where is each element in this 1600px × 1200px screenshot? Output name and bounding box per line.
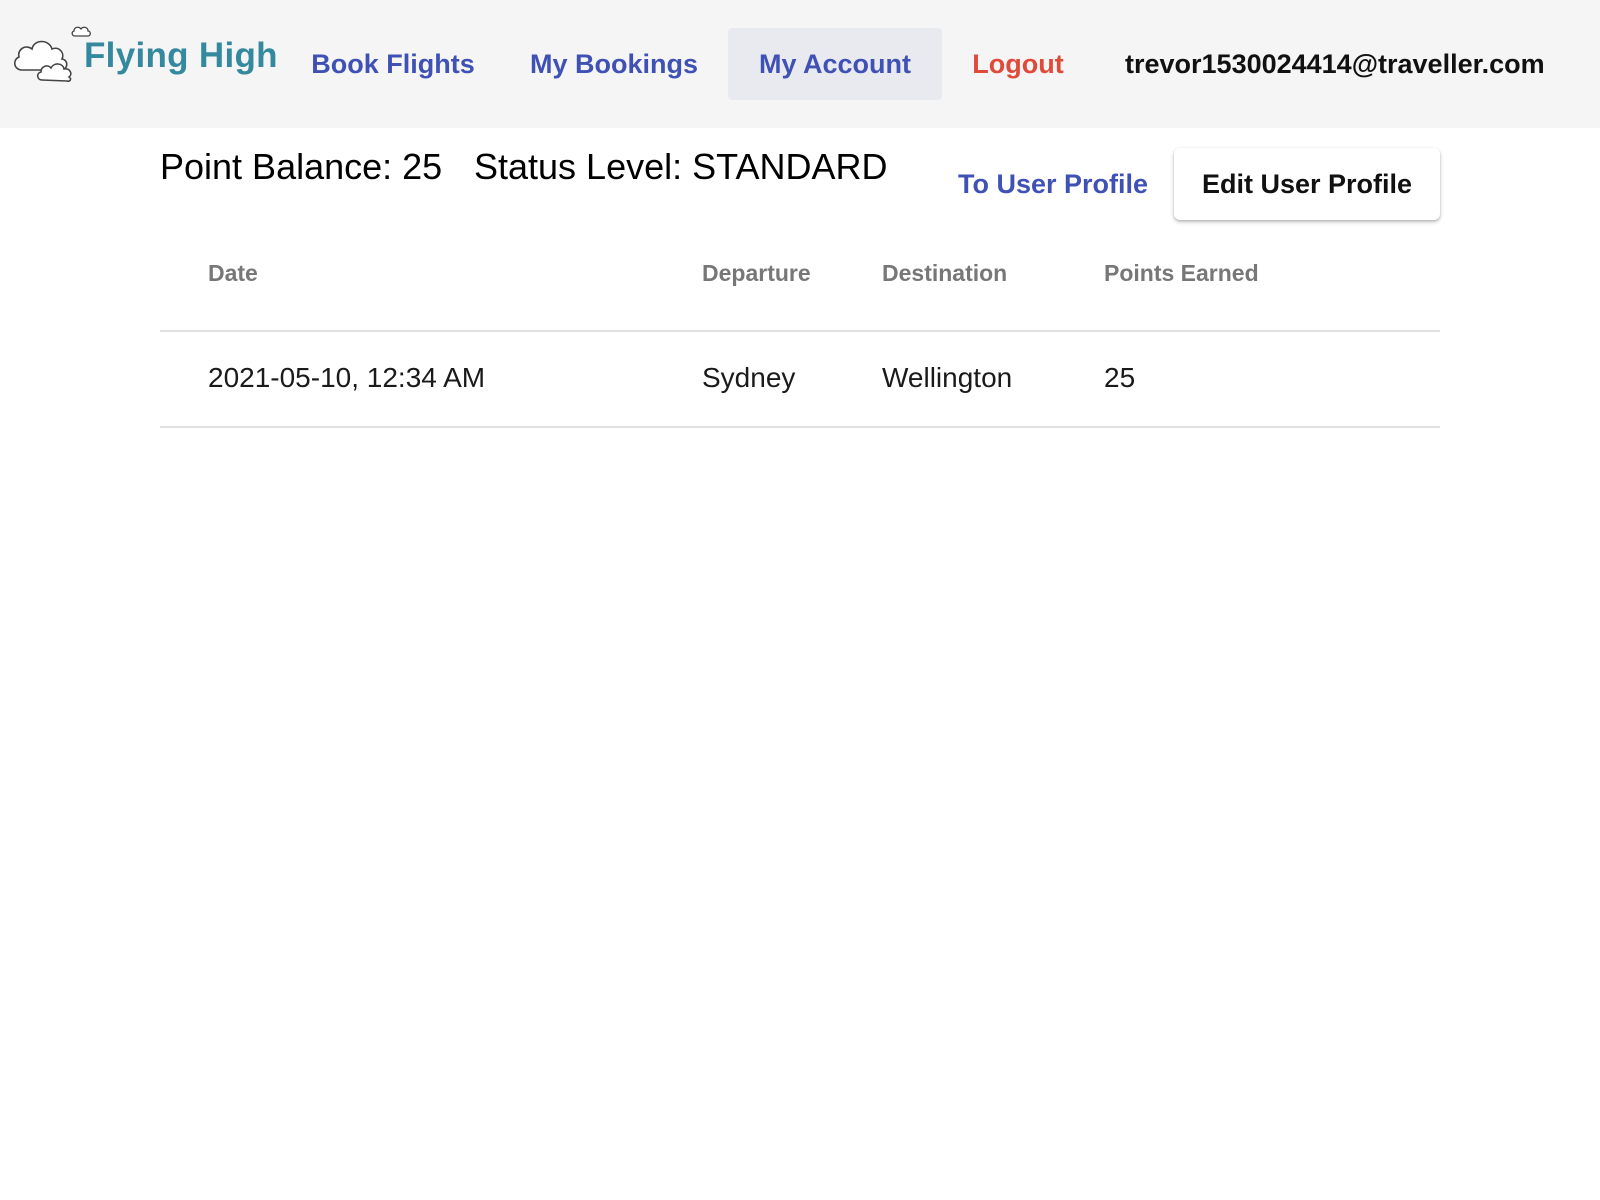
cell-date: 2021-05-10, 12:34 AM (208, 362, 486, 393)
cell-departure: Sydney (702, 362, 796, 393)
points-history-table: Date Departure Destination Points Earned… (160, 230, 1440, 428)
user-email: trevor1530024414@traveller.com (1125, 49, 1545, 79)
point-balance: Point Balance: 25 (160, 146, 443, 187)
table-header: Date Departure Destination Points Earned (160, 230, 1440, 332)
logo-text: Flying High (84, 36, 278, 75)
column-header-departure[interactable]: Departure (702, 260, 811, 287)
nav-logout[interactable]: Logout (960, 28, 1076, 100)
column-header-points-earned[interactable]: Points Earned (1104, 260, 1259, 287)
flying-high-logo[interactable]: Flying High (12, 22, 282, 84)
edit-user-profile-button[interactable]: Edit User Profile (1174, 148, 1440, 220)
column-header-date[interactable]: Date (208, 260, 258, 287)
to-user-profile-link[interactable]: To User Profile (958, 158, 1148, 210)
cell-destination: Wellington (882, 362, 1013, 393)
table-row: 2021-05-10, 12:34 AM Sydney Wellington 2… (160, 332, 1440, 428)
top-navigation-bar: Flying High Book Flights My Bookings My … (0, 0, 1600, 128)
cell-points-earned: 25 (1104, 362, 1136, 393)
cloud-icon (13, 26, 91, 82)
nav-book-flights[interactable]: Book Flights (300, 28, 486, 100)
nav-my-bookings[interactable]: My Bookings (520, 28, 708, 100)
status-level: Status Level: STANDARD (474, 146, 888, 187)
nav-my-account[interactable]: My Account (728, 28, 942, 100)
column-header-destination[interactable]: Destination (882, 260, 1007, 287)
